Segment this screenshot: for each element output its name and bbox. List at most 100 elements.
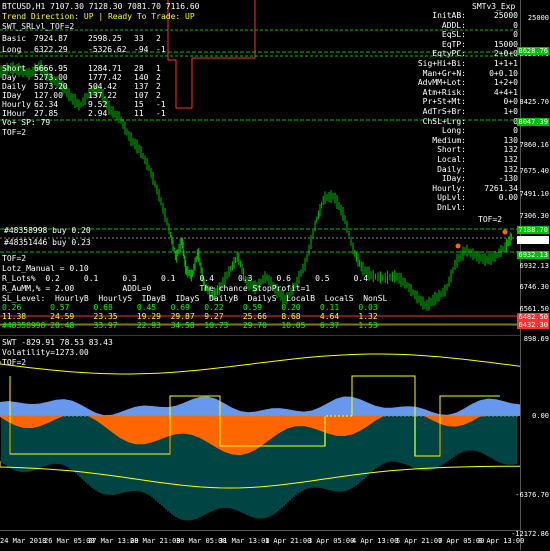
osc-title: SWT -829.91 78.53 83.43: [2, 338, 113, 347]
stats-row-label: Long: [2, 45, 22, 54]
right-panel-labels: InitAB: ADDL: EqSL: EqTP: EqtyPC: Sig+Hi+Bi: M…: [418, 11, 466, 212]
stats-cell: 137.22: [88, 91, 117, 100]
tof-label: TOF=2: [2, 128, 27, 137]
right-panel-label: EqSL:: [441, 30, 466, 40]
stats-cell: 2: [156, 82, 161, 91]
stats-cell: 15: [134, 100, 144, 109]
right-panel-label: EqtyPC:: [432, 49, 466, 59]
right-panel-label: Short:: [437, 145, 466, 155]
right-panel-value: 15000: [493, 39, 518, 49]
osc-upper-band: [0, 353, 520, 375]
right-panel-label: Hourly:: [432, 183, 466, 193]
right-panel-value: 0+0: [503, 97, 518, 107]
time-tick: 26 Mar 05:00: [44, 537, 95, 545]
expert-name: SMTv3_Exp: [472, 2, 516, 11]
stats-cell: 11: [134, 109, 144, 118]
order-line-1[interactable]: #48358998 buy 0.20: [4, 226, 91, 235]
stats-cell: 5273.00: [34, 73, 68, 82]
price-tag-red: 6432.30: [517, 321, 549, 329]
stats-cell: 1284.71: [88, 64, 122, 73]
price-tick: 25000: [527, 14, 549, 22]
stats-row-label: Short: [2, 64, 27, 73]
indicator-name: SWT_SRLvl_TOF=2: [2, 22, 75, 31]
lotz-manual: Lotz_Manual = 0.10: [2, 264, 89, 273]
stats-cell: -94: [134, 45, 149, 54]
order-line-2[interactable]: #48351446 buy 0.23: [4, 238, 91, 247]
time-tick: 24 Mar 2018: [0, 537, 47, 545]
right-panel-value: 132: [503, 145, 518, 155]
stats-cell: 1: [156, 64, 161, 73]
time-axis[interactable]: 24 Mar 2018 26 Mar 05:00 27 Mar 13:00 28…: [0, 530, 524, 551]
stats-cell: -1: [156, 45, 166, 54]
r-aumm-row: R_AuMM,% = 2.00 ADDL=0 The chance StopPr…: [2, 284, 311, 293]
right-panel-label: IDay:: [441, 174, 466, 184]
right-panel-label: AdvMM+Lot:: [417, 78, 466, 88]
stats-cell: 107: [134, 91, 149, 100]
stats-cell: 28: [134, 64, 144, 73]
right-panel-value: 132: [503, 164, 518, 174]
stats-cell: 6322.29: [34, 45, 68, 54]
symbol-line: BTCUSD,H1 7107.30 7128.30 7081.70 7116.6…: [2, 2, 200, 11]
right-panel-label: EqTP:: [441, 39, 466, 49]
time-tick: 4 Apr 13:00: [352, 537, 399, 545]
price-tick: 8425.70: [519, 98, 549, 106]
stats-cell: 62.34: [34, 100, 59, 109]
right-panel-label: DnLvl:: [437, 202, 466, 212]
oscillator-svg: [0, 353, 520, 521]
sl-level-row-2: 11.38 24.59 23.35 19.29 29.87 9.27 25.66…: [2, 312, 378, 321]
right-panel-label: Atm+Risk:: [422, 87, 466, 97]
stats-cell: 6666.95: [34, 64, 68, 73]
right-panel-value: 4+4+1: [493, 87, 518, 97]
price-tag-green: 7188.70: [517, 226, 549, 234]
price-tick: 6932.13: [519, 262, 549, 270]
main-chart-pane[interactable]: BTCUSD,H1 7107.30 7128.30 7081.70 7116.6…: [0, 0, 520, 332]
stats-cell: 504.42: [88, 82, 117, 91]
stats-cell: -5326.62: [88, 45, 127, 54]
right-panel-label: AdTrS+Br:: [422, 106, 466, 116]
right-panel-value: 132: [503, 154, 518, 164]
stats-cell: 9.52: [88, 100, 108, 109]
sl-level-row-3: #48358998 20.48 33.97 22.93 34.58 10.73 …: [2, 321, 378, 330]
stats-row-label: Day: [2, 73, 17, 82]
right-panel-label: ChSL+Lrg:: [422, 116, 466, 126]
right-panel-label: Sig+Hi+Bi:: [417, 58, 466, 68]
osc-tick: -6376.70: [515, 491, 549, 499]
time-tick: 1 Apr 21:00: [265, 537, 312, 545]
right-panel-value: 1+1+1: [493, 58, 518, 68]
price-tick: 7675.40: [519, 167, 549, 175]
right-panel-value: 0: [513, 30, 518, 40]
time-tick: 28 Mar 21:00: [130, 537, 181, 545]
right-panel-value: 0: [513, 20, 518, 30]
right-panel-value: 130: [503, 135, 518, 145]
osc-tick: 0.00: [532, 412, 549, 420]
osc-volatility: Volatility=1273.00: [2, 348, 89, 357]
price-tick: 7491.10: [519, 190, 549, 198]
price-tick: 7860.16: [519, 141, 549, 149]
stats-cell: 2: [156, 34, 161, 43]
stats-cell: 1777.42: [88, 73, 122, 82]
trend-line: Trend Direction: UP | Ready To Trade: UP: [2, 12, 195, 21]
time-tick: 8 Apr 13:00: [478, 537, 525, 545]
right-panel-value: 25000: [493, 11, 518, 20]
stats-row-label: IDay: [2, 91, 22, 100]
price-tick: 7306.30: [519, 212, 549, 220]
osc-tof: TOF=2: [2, 358, 27, 367]
osc-blue-area: [0, 396, 520, 416]
price-axis[interactable]: 25000 8628.76 8425.70 8047.39 7860.16 76…: [511, 0, 550, 550]
stats-cell: -1: [156, 109, 166, 118]
order-marker: [502, 229, 508, 235]
price-tick: 6561.50: [519, 305, 549, 313]
right-panel-value: 1+0: [503, 106, 518, 116]
right-panel-value: 2+0+0: [493, 49, 518, 59]
stats-cell: 5873.20: [34, 82, 68, 91]
sl-level-header: SL_Level: HourlyB HourlyS IDayB IDayS Da…: [2, 294, 388, 303]
right-panel-label: Local:: [437, 154, 466, 164]
stats-cell: 27.85: [34, 109, 59, 118]
price-tag-green: 6932.13: [517, 251, 549, 259]
stats-cell: 137: [134, 82, 149, 91]
time-tick: 3 Apr 05:00: [308, 537, 355, 545]
osc-tick: 898.69: [523, 335, 549, 343]
time-tick: 31 Mar 13:00: [219, 537, 270, 545]
stats-cell: 140: [134, 73, 149, 82]
oscillator-pane[interactable]: SWT -829.91 78.53 83.43 Volatility=1273.…: [0, 335, 520, 531]
